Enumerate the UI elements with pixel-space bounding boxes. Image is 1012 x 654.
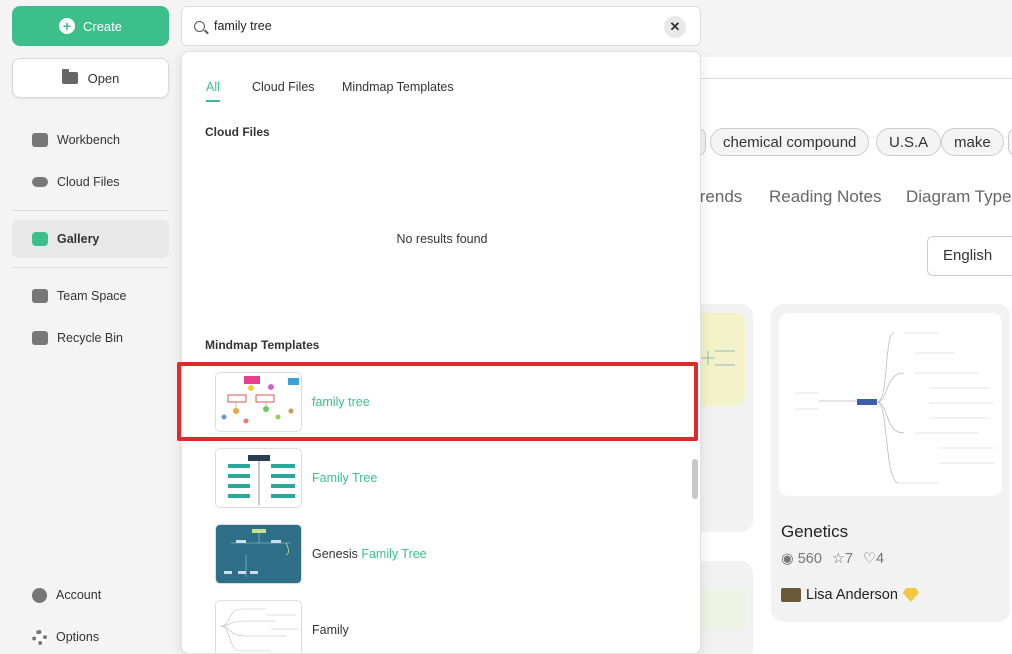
template-result-item[interactable]: Family	[215, 600, 685, 653]
tab-cloud-files[interactable]: Cloud Files	[252, 80, 315, 94]
card-author: Lisa Anderson	[781, 587, 919, 603]
search-input[interactable]	[214, 19, 634, 33]
gallery-card[interactable]: Genetics ◉ 560 ☆7 ♡4 Lisa Anderson	[771, 304, 1010, 622]
gallery-header-bar	[701, 57, 1012, 79]
author-name: Lisa Anderson	[806, 587, 898, 603]
template-title: Family	[312, 623, 349, 637]
trash-icon	[32, 331, 48, 345]
plus-icon: +	[58, 18, 75, 34]
template-thumbnail	[215, 524, 302, 584]
card-title: Genetics	[781, 522, 849, 541]
gallery-icon	[32, 232, 48, 246]
template-thumbnail	[215, 600, 302, 653]
sidebar-item-label: Options	[56, 630, 100, 644]
dropdown-scrollbar[interactable]	[692, 459, 698, 499]
create-button[interactable]: + Create	[12, 6, 169, 46]
sidebar-item-gallery[interactable]: Gallery	[12, 220, 169, 258]
section-heading-cloud-files: Cloud Files	[205, 125, 270, 139]
sidebar-item-recycle-bin[interactable]: Recycle Bin	[12, 319, 169, 357]
user-icon	[32, 587, 47, 603]
card-thumbnail	[779, 313, 1002, 496]
category-tab[interactable]: Reading Notes	[769, 187, 881, 207]
likes-count: ♡4	[862, 551, 885, 567]
sidebar-item-team-space[interactable]: Team Space	[12, 277, 169, 315]
category-tab[interactable]: Diagram Type	[906, 187, 1012, 207]
create-label: Create	[82, 18, 123, 34]
language-select[interactable]: English	[927, 236, 1012, 276]
diamond-badge-icon	[902, 588, 919, 602]
sidebar-item-label: Team Space	[57, 289, 127, 303]
clear-search-button[interactable]: ✕	[664, 16, 686, 38]
card-stats: ◉ 560 ☆7 ♡4	[781, 551, 884, 567]
section-heading-mindmap-templates: Mindmap Templates	[205, 338, 320, 352]
template-thumbnail	[215, 448, 302, 508]
no-results-message: No results found	[396, 232, 488, 246]
folder-icon	[61, 69, 78, 84]
tag-pill[interactable]: U.S.A	[876, 128, 942, 156]
tab-all[interactable]: All	[206, 80, 220, 94]
tag-pill-partial[interactable]	[1008, 128, 1012, 156]
template-thumbnail	[215, 372, 302, 432]
active-tab-indicator	[206, 100, 220, 102]
sidebar-item-label: Workbench	[57, 133, 120, 147]
template-title: family tree	[312, 395, 370, 409]
sidebar-item-label: Recycle Bin	[57, 331, 123, 345]
sidebar-item-label: Account	[56, 588, 102, 602]
tag-pill[interactable]: chemical compound	[710, 128, 870, 156]
workbench-icon	[32, 133, 48, 147]
search-icon	[194, 20, 205, 32]
sidebar-item-options[interactable]: Options	[12, 618, 169, 654]
open-button[interactable]: Open	[12, 58, 169, 98]
stars-count: ☆7	[831, 551, 853, 567]
template-result-item[interactable]: Genesis Family Tree	[215, 524, 685, 584]
tag-pill[interactable]: make	[941, 128, 1004, 156]
gear-icon	[32, 629, 47, 645]
template-title: Family Tree	[312, 471, 378, 485]
search-results-dropdown: All Cloud Files Mindmap Templates Cloud …	[181, 51, 701, 654]
sidebar-divider	[12, 210, 169, 211]
open-label: Open	[87, 70, 120, 86]
sidebar-item-label: Gallery	[57, 232, 100, 246]
template-title: Genesis Family Tree	[312, 547, 427, 561]
cloud-icon	[32, 177, 48, 187]
team-icon	[32, 289, 48, 303]
views-count: ◉ 560	[781, 551, 822, 567]
sidebar-item-label: Cloud Files	[57, 175, 120, 189]
sidebar-item-cloud-files[interactable]: Cloud Files	[12, 163, 169, 201]
search-bar[interactable]: ✕	[181, 6, 701, 46]
template-result-item[interactable]: family tree	[215, 372, 685, 432]
sidebar-item-workbench[interactable]: Workbench	[12, 121, 169, 159]
sidebar-divider	[12, 267, 169, 268]
sidebar: + Create Open Workbench Cloud Files Gall…	[0, 0, 181, 654]
tab-mindmap-templates[interactable]: Mindmap Templates	[342, 80, 454, 94]
avatar	[781, 588, 801, 602]
sidebar-item-account[interactable]: Account	[12, 576, 169, 614]
template-result-item[interactable]: Family Tree	[215, 448, 685, 508]
